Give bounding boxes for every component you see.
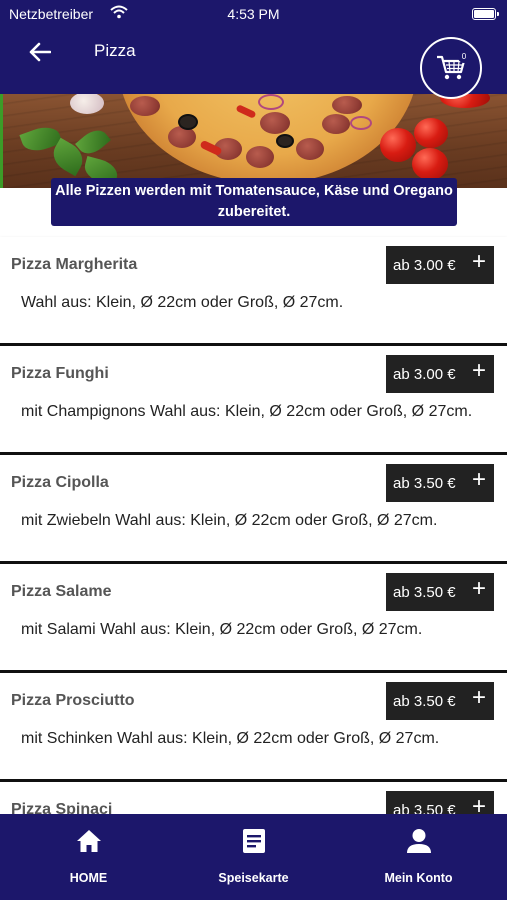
home-icon (76, 830, 101, 852)
document-list-icon (242, 829, 265, 853)
add-to-cart-button[interactable]: ab 3.00 € + (386, 355, 494, 393)
product-name: Pizza Funghi (11, 365, 109, 382)
product-name: Pizza Prosciutto (11, 692, 135, 709)
arrow-left-icon (29, 42, 51, 62)
tab-menu-label: Speisekarte (218, 871, 289, 885)
list-item[interactable]: Pizza Cipolla ab 3.50 € + mit Zwiebeln W… (0, 455, 507, 564)
product-list: Pizza Margherita ab 3.00 € + Wahl aus: K… (0, 237, 507, 891)
price-label: ab 3.50 € (393, 692, 456, 710)
tab-account[interactable]: Mein Konto (334, 814, 503, 900)
product-name: Pizza Margherita (11, 256, 138, 273)
plus-icon: + (471, 248, 486, 275)
tab-home-label: HOME (69, 871, 108, 885)
plus-icon: + (471, 466, 486, 493)
price-label: ab 3.00 € (393, 256, 456, 274)
person-icon (406, 829, 431, 853)
plus-icon: + (471, 684, 486, 711)
cart-button[interactable]: 0 (420, 37, 482, 99)
product-description: mit Zwiebeln Wahl aus: Klein, Ø 22cm ode… (21, 512, 438, 529)
cart-count-badge: 0 (458, 51, 470, 63)
add-to-cart-button[interactable]: ab 3.00 € + (386, 246, 494, 284)
product-name: Pizza Salame (11, 583, 112, 600)
bottom-tab-bar: HOME Speisekarte Mein Konto (0, 814, 507, 900)
list-item[interactable]: Pizza Prosciutto ab 3.50 € + mit Schinke… (0, 673, 507, 782)
price-label: ab 3.50 € (393, 583, 456, 601)
plus-icon: + (471, 575, 486, 602)
page-title: Pizza (94, 41, 136, 60)
info-notice: Alle Pizzen werden mit Tomatensauce, Käs… (51, 178, 457, 226)
add-to-cart-button[interactable]: ab 3.50 € + (386, 682, 494, 720)
status-time: 4:53 PM (227, 6, 280, 22)
product-description: mit Schinken Wahl aus: Klein, Ø 22cm ode… (21, 730, 440, 747)
product-description: mit Salami Wahl aus: Klein, Ø 22cm oder … (21, 621, 423, 638)
tab-home[interactable]: HOME (4, 814, 173, 900)
tab-account-label: Mein Konto (384, 871, 453, 885)
product-description: mit Champignons Wahl aus: Klein, Ø 22cm … (21, 403, 473, 420)
product-description: Wahl aus: Klein, Ø 22cm oder Groß, Ø 27c… (21, 294, 344, 311)
list-item[interactable]: Pizza Salame ab 3.50 € + mit Salami Wahl… (0, 564, 507, 673)
list-item[interactable]: Pizza Margherita ab 3.00 € + Wahl aus: K… (0, 237, 507, 346)
back-button[interactable] (26, 38, 54, 66)
list-item[interactable]: Pizza Funghi ab 3.00 € + mit Champignons… (0, 346, 507, 455)
status-bar: Netzbetreiber 4:53 PM (0, 0, 507, 28)
pizza-banner-image (0, 94, 507, 188)
banner-edge (0, 94, 3, 188)
add-to-cart-button[interactable]: ab 3.50 € + (386, 573, 494, 611)
battery-icon (472, 8, 499, 20)
product-name: Pizza Cipolla (11, 474, 109, 491)
price-label: ab 3.50 € (393, 474, 456, 492)
add-to-cart-button[interactable]: ab 3.50 € + (386, 464, 494, 502)
tab-menu[interactable]: Speisekarte (169, 814, 338, 900)
plus-icon: + (471, 357, 486, 384)
price-label: ab 3.00 € (393, 365, 456, 383)
